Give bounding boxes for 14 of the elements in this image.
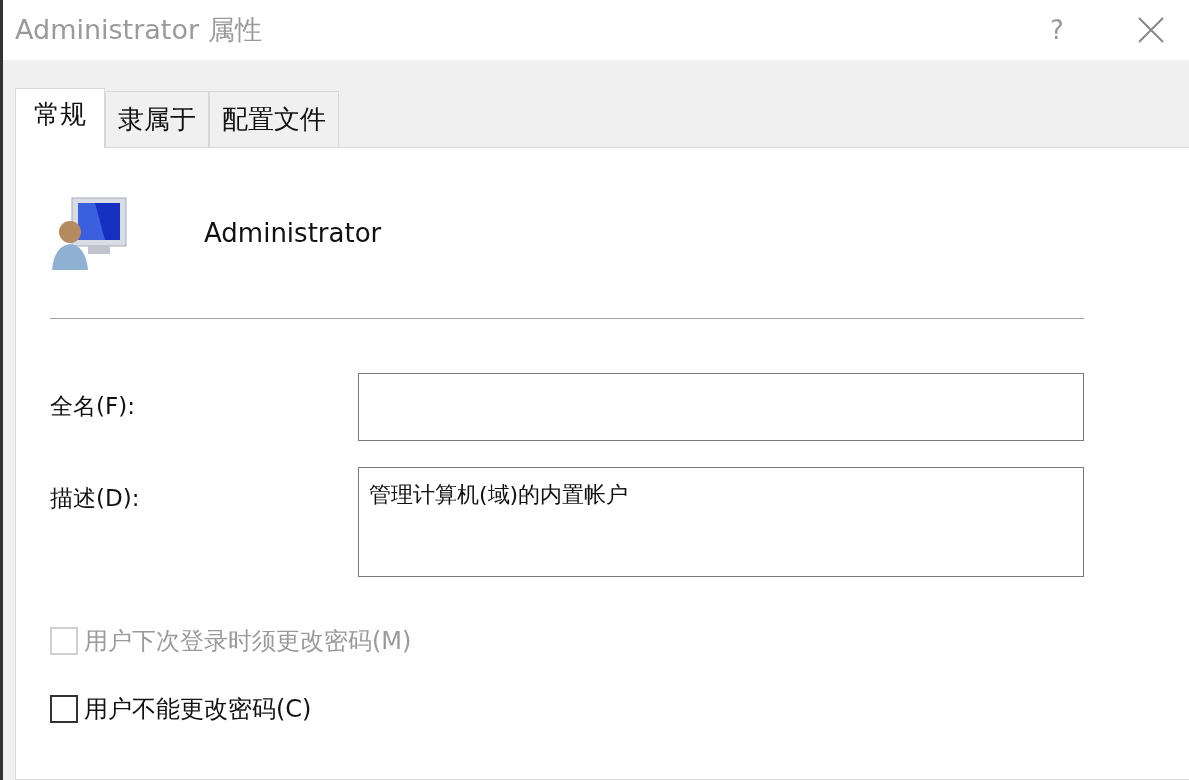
checkbox[interactable] — [50, 695, 78, 723]
tab[interactable]: 隶属于 — [105, 91, 209, 147]
user-name: Administrator — [204, 218, 382, 248]
tab[interactable]: 常规 — [15, 88, 105, 148]
user-computer-icon — [50, 194, 130, 272]
tab[interactable]: 配置文件 — [209, 91, 339, 147]
checkbox-label: 用户下次登录时须更改密码(M) — [84, 626, 412, 657]
close-icon[interactable] — [1137, 16, 1165, 44]
window-title: Administrator 属性 — [15, 13, 263, 47]
full-name-field[interactable] — [358, 373, 1084, 441]
checkbox-label: 用户不能更改密码(C) — [84, 694, 312, 725]
field-label: 全名(F): — [50, 392, 136, 421]
field-label: 描述(D): — [50, 484, 141, 513]
description-field[interactable]: 管理计算机(域)的内置帐户 — [358, 467, 1084, 577]
